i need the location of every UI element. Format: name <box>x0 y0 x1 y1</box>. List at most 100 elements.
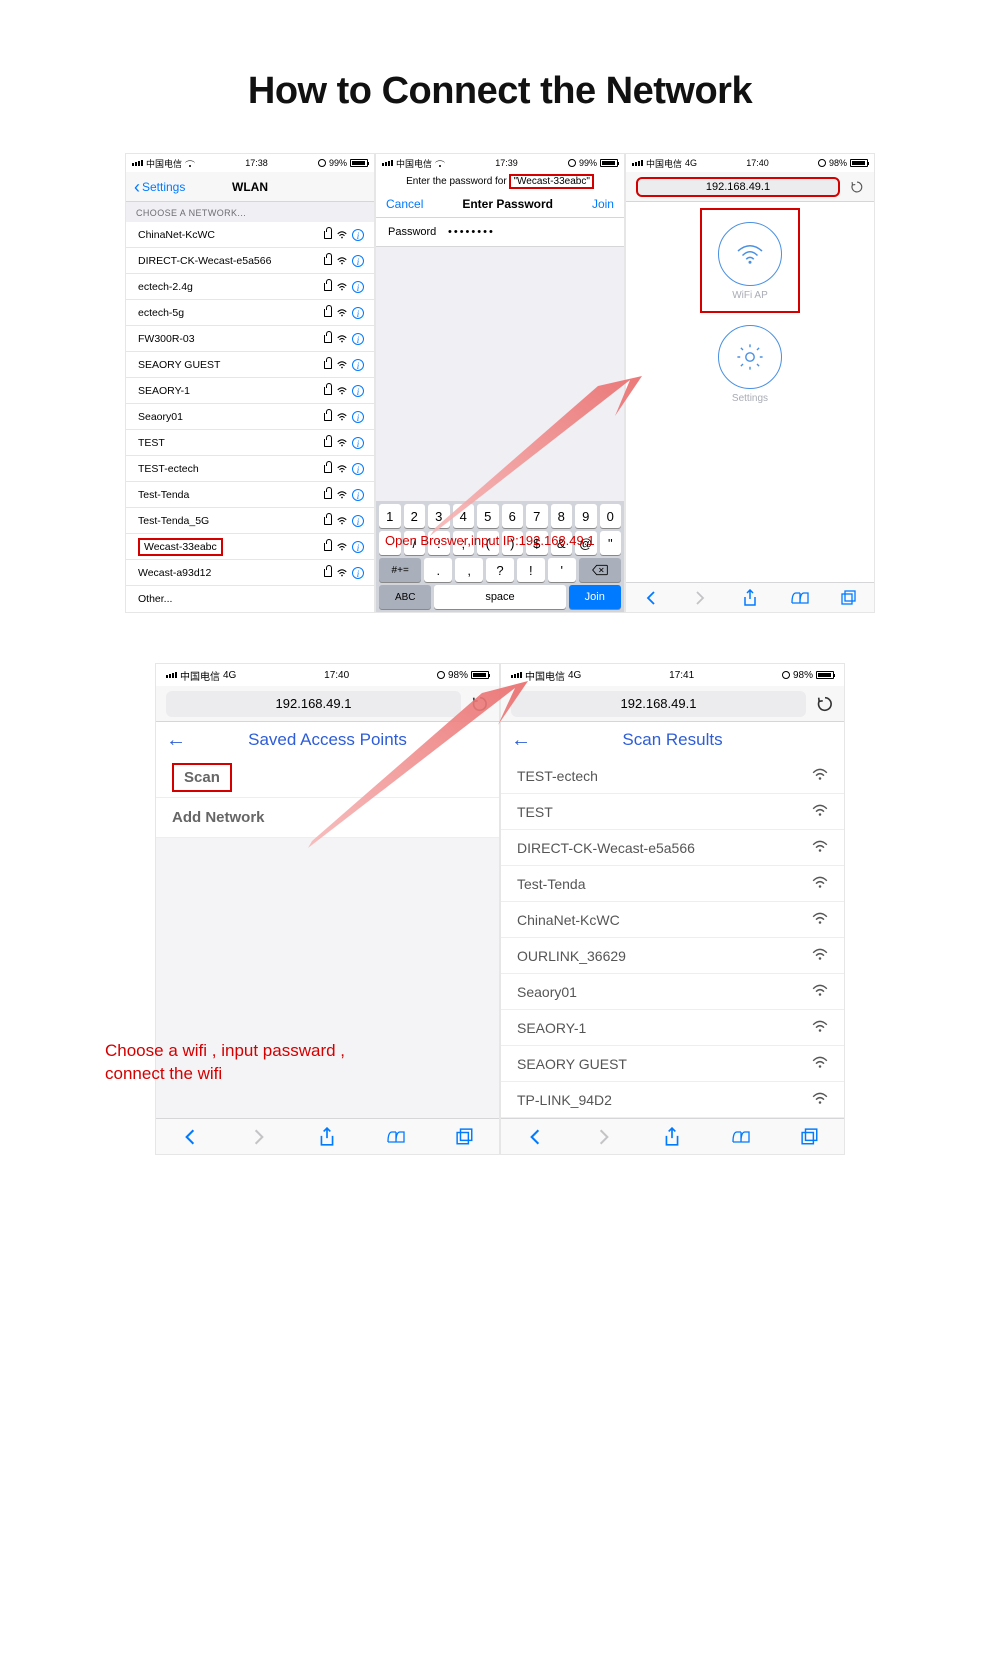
lock-icon <box>324 517 332 525</box>
wifi-icon <box>337 517 347 525</box>
key[interactable]: ? <box>486 558 514 582</box>
share-icon[interactable] <box>318 1128 336 1146</box>
info-icon[interactable]: i <box>352 255 364 267</box>
scan-result-row[interactable]: DIRECT-CK-Wecast-e5a566 <box>501 830 844 866</box>
share-icon[interactable] <box>741 589 759 607</box>
join-button[interactable]: Join <box>569 585 621 609</box>
battery-icon <box>816 671 834 679</box>
scan-row[interactable]: Scan <box>156 758 499 798</box>
key[interactable]: 0 <box>600 504 622 528</box>
back-icon[interactable] <box>642 589 660 607</box>
forward-icon[interactable] <box>595 1128 613 1146</box>
join-link[interactable]: Join <box>592 197 614 211</box>
tabs-icon[interactable] <box>801 1128 819 1146</box>
info-icon[interactable]: i <box>352 411 364 423</box>
info-icon[interactable]: i <box>352 541 364 553</box>
backspace-key[interactable] <box>579 558 621 582</box>
info-icon[interactable]: i <box>352 515 364 527</box>
network-row[interactable]: TEST-ectech i <box>126 456 374 482</box>
url-field[interactable]: 192.168.49.1 <box>511 691 806 717</box>
back-arrow-icon[interactable]: ← <box>511 729 531 752</box>
scan-result-row[interactable]: TP-LINK_94D2 <box>501 1082 844 1118</box>
reload-icon[interactable] <box>816 695 834 713</box>
back-icon[interactable] <box>526 1128 544 1146</box>
url-bar: 192.168.49.1 <box>501 686 844 722</box>
info-icon[interactable]: i <box>352 437 364 449</box>
bookmarks-icon[interactable] <box>791 589 809 607</box>
share-icon[interactable] <box>663 1128 681 1146</box>
password-field-row[interactable]: Password •••••••• <box>376 217 624 247</box>
abc-key[interactable]: ABC <box>379 585 431 609</box>
info-icon[interactable]: i <box>352 489 364 501</box>
info-icon[interactable]: i <box>352 307 364 319</box>
network-row[interactable]: Wecast-a93d12i <box>126 560 374 586</box>
info-icon[interactable]: i <box>352 281 364 293</box>
forward-icon[interactable] <box>691 589 709 607</box>
reload-icon[interactable] <box>471 695 489 713</box>
key[interactable]: 8 <box>551 504 573 528</box>
scan-result-row[interactable]: TEST <box>501 794 844 830</box>
network-row[interactable]: FW300R-03i <box>126 326 374 352</box>
info-icon[interactable]: i <box>352 567 364 579</box>
other-network-row[interactable]: Other... <box>126 586 374 612</box>
key[interactable]: 1 <box>379 504 401 528</box>
scan-result-row[interactable]: OURLINK_36629 <box>501 938 844 974</box>
page-title: How to Connect the Network <box>0 0 1000 153</box>
settings-button[interactable] <box>718 325 782 389</box>
network-row[interactable]: SEAORY-1i <box>126 378 374 404</box>
url-field[interactable]: 192.168.49.1 <box>636 177 840 197</box>
cancel-button[interactable]: Cancel <box>386 197 423 211</box>
key[interactable]: ! <box>517 558 545 582</box>
scan-result-row[interactable]: SEAORY GUEST <box>501 1046 844 1082</box>
scan-result-row[interactable]: Test-Tenda <box>501 866 844 902</box>
space-key[interactable]: space <box>434 585 565 609</box>
back-icon[interactable] <box>181 1128 199 1146</box>
wifi-ap-button[interactable] <box>718 222 782 286</box>
scan-result-row[interactable]: TEST-ectech <box>501 758 844 794</box>
network-row[interactable]: DIRECT-CK-Wecast-e5a566i <box>126 248 374 274</box>
back-button[interactable]: ‹Settings <box>134 178 185 196</box>
key[interactable]: " <box>600 531 622 555</box>
key[interactable]: 2 <box>404 504 426 528</box>
bookmarks-icon[interactable] <box>732 1128 750 1146</box>
info-icon[interactable]: i <box>352 463 364 475</box>
key[interactable]: 6 <box>502 504 524 528</box>
url-field[interactable]: 192.168.49.1 <box>166 691 461 717</box>
scan-result-row[interactable]: SEAORY-1 <box>501 1010 844 1046</box>
key[interactable]: , <box>455 558 483 582</box>
scan-result-row[interactable]: ChinaNet-KcWC <box>501 902 844 938</box>
scan-result-row[interactable]: Seaory01 <box>501 974 844 1010</box>
network-row[interactable]: TESTi <box>126 430 374 456</box>
key[interactable]: . <box>424 558 452 582</box>
forward-icon[interactable] <box>250 1128 268 1146</box>
network-row[interactable]: ectech-2.4gi <box>126 274 374 300</box>
key[interactable]: 4 <box>453 504 475 528</box>
wifi-icon <box>812 912 828 928</box>
network-row[interactable]: Seaory01i <box>126 404 374 430</box>
key[interactable]: 5 <box>477 504 499 528</box>
bookmarks-icon[interactable] <box>387 1128 405 1146</box>
key[interactable]: 3 <box>428 504 450 528</box>
info-icon[interactable]: i <box>352 229 364 241</box>
status-time: 17:41 <box>669 670 694 681</box>
network-row[interactable]: ChinaNet-KcWCi <box>126 222 374 248</box>
add-network-row[interactable]: Add Network <box>156 798 499 838</box>
network-row[interactable]: Wecast-33eabci <box>126 534 374 560</box>
key[interactable]: 7 <box>526 504 548 528</box>
shift-key[interactable]: #+= <box>379 558 421 582</box>
browser-toolbar <box>626 582 874 612</box>
back-arrow-icon[interactable]: ← <box>166 729 186 752</box>
info-icon[interactable]: i <box>352 333 364 345</box>
info-icon[interactable]: i <box>352 359 364 371</box>
key[interactable]: 9 <box>575 504 597 528</box>
info-icon[interactable]: i <box>352 385 364 397</box>
tabs-icon[interactable] <box>840 589 858 607</box>
key[interactable]: ' <box>548 558 576 582</box>
tabs-icon[interactable] <box>456 1128 474 1146</box>
network-row[interactable]: ectech-5gi <box>126 300 374 326</box>
network-row[interactable]: Test-Tendai <box>126 482 374 508</box>
network-name: TEST-ectech <box>138 463 199 475</box>
network-row[interactable]: Test-Tenda_5Gi <box>126 508 374 534</box>
reload-icon[interactable] <box>850 180 864 194</box>
network-row[interactable]: SEAORY GUESTi <box>126 352 374 378</box>
